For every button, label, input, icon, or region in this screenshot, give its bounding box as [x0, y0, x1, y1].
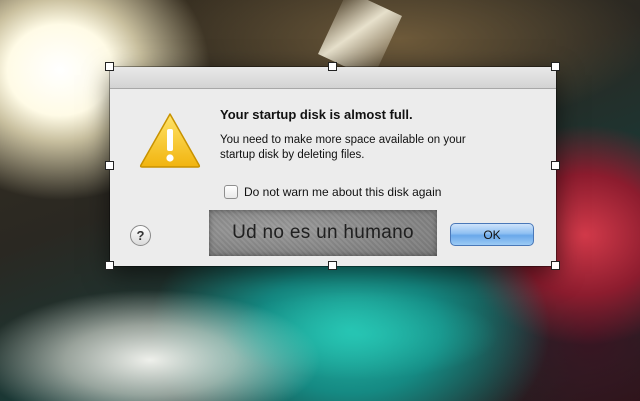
- captcha-text: Ud no es un humano: [232, 222, 414, 243]
- dialog-message: You need to make more space available on…: [220, 133, 530, 163]
- ok-button[interactable]: OK: [450, 223, 534, 246]
- captcha-overlay: Ud no es un humano: [209, 210, 437, 256]
- resize-handle-bottom-right[interactable]: [551, 261, 560, 270]
- help-button[interactable]: ?: [130, 225, 151, 246]
- resize-handle-left[interactable]: [105, 161, 114, 170]
- dont-warn-checkbox[interactable]: [224, 185, 238, 199]
- dialog-message-line-1: You need to make more space available on…: [220, 134, 466, 146]
- resize-handle-top[interactable]: [328, 62, 337, 71]
- dialog-message-line-2: startup disk by deleting files.: [220, 149, 365, 161]
- alert-dialog: Your startup disk is almost full. You ne…: [110, 67, 556, 266]
- background-figure: [220, 290, 500, 380]
- dont-warn-checkbox-row[interactable]: Do not warn me about this disk again: [224, 184, 441, 200]
- dialog-title: Your startup disk is almost full.: [220, 107, 413, 122]
- resize-handle-top-right[interactable]: [551, 62, 560, 71]
- warning-triangle-icon: [139, 113, 201, 168]
- resize-handle-bottom[interactable]: [328, 261, 337, 270]
- resize-handle-right[interactable]: [551, 161, 560, 170]
- resize-handle-top-left[interactable]: [105, 62, 114, 71]
- resize-handle-bottom-left[interactable]: [105, 261, 114, 270]
- dont-warn-checkbox-label[interactable]: Do not warn me about this disk again: [244, 185, 441, 199]
